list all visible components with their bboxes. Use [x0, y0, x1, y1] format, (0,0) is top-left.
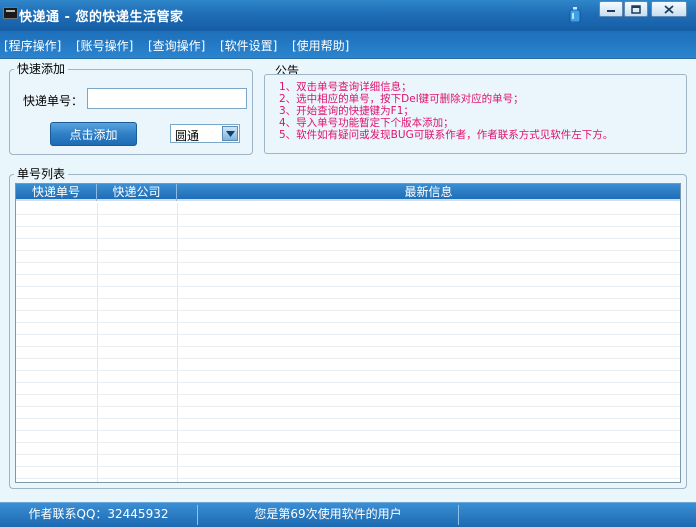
usage-count: 您是第69次使用软件的用户: [254, 507, 402, 521]
minimize-icon: [607, 10, 615, 12]
table-row[interactable]: [16, 407, 680, 419]
skin-bottle-icon[interactable]: [569, 7, 581, 22]
notice-line: 3、开始查询的快捷键为F1；: [279, 105, 414, 117]
table-row[interactable]: [16, 299, 680, 311]
tracking-list-title: 单号列表: [14, 167, 69, 181]
table-row[interactable]: [16, 287, 680, 299]
courier-selected-value: 圆通: [175, 129, 200, 143]
column-header-courier[interactable]: 快递公司: [97, 184, 177, 201]
notice-line: 4、导入单号功能暂定下个版本添加；: [279, 117, 454, 129]
menu-program[interactable]: [程序操作]: [4, 37, 61, 54]
add-button[interactable]: 点击添加: [50, 122, 137, 146]
maximize-icon: [631, 4, 641, 14]
table-row[interactable]: [16, 359, 680, 371]
minimize-button[interactable]: [599, 1, 623, 17]
table-row[interactable]: [16, 371, 680, 383]
menu-query[interactable]: [查询操作]: [148, 37, 205, 54]
table-row[interactable]: [16, 251, 680, 263]
column-header-latest-info[interactable]: 最新信息: [177, 184, 680, 201]
table-row[interactable]: [16, 419, 680, 431]
title-bar[interactable]: 快递通 - 您的快递生活管家: [0, 0, 696, 31]
table-header: 快递单号 快递公司 最新信息: [16, 184, 680, 201]
column-header-tracking-number[interactable]: 快递单号: [16, 184, 97, 201]
table-row[interactable]: [16, 335, 680, 347]
table-row[interactable]: [16, 455, 680, 467]
tracking-number-input[interactable]: [87, 88, 247, 109]
notice-line: 5、软件如有疑问或发现BUG可联系作者，作者联系方式见软件左下方。: [279, 129, 614, 141]
courier-select[interactable]: 圆通: [170, 124, 240, 143]
menu-settings[interactable]: [软件设置]: [220, 37, 277, 54]
tracking-number-label: 快递单号：: [23, 94, 84, 108]
app-window: 快递通 - 您的快递生活管家 [程序操作] [账号操作] [查询操作] [软件设…: [0, 0, 696, 527]
dropdown-arrow-button[interactable]: [222, 126, 238, 141]
status-bar: 作者联系QQ：32445932 您是第69次使用软件的用户: [0, 502, 696, 527]
chevron-down-icon: [225, 130, 235, 137]
table-row[interactable]: [16, 227, 680, 239]
notice-line: 1、双击单号查询详细信息；: [279, 81, 412, 93]
table-row[interactable]: [16, 467, 680, 479]
maximize-button[interactable]: [624, 1, 648, 17]
author-contact: 作者联系QQ：32445932: [28, 507, 169, 521]
status-divider: [458, 505, 459, 525]
table-row[interactable]: [16, 431, 680, 443]
notice-line: 2、选中相应的单号，按下Del键可删除对应的单号；: [279, 93, 524, 105]
menu-help[interactable]: [使用帮助]: [292, 37, 349, 54]
app-icon: [3, 7, 18, 19]
table-row[interactable]: [16, 215, 680, 227]
table-row[interactable]: [16, 263, 680, 275]
window-title: 快递通 - 您的快递生活管家: [19, 10, 184, 25]
menu-bar: [程序操作] [账号操作] [查询操作] [软件设置] [使用帮助]: [0, 31, 696, 59]
table-row[interactable]: [16, 443, 680, 455]
tracking-table[interactable]: 快递单号 快递公司 最新信息: [15, 183, 681, 483]
menu-account[interactable]: [账号操作]: [76, 37, 133, 54]
table-row[interactable]: [16, 383, 680, 395]
notice-box: 1、双击单号查询详细信息； 2、选中相应的单号，按下Del键可删除对应的单号； …: [264, 74, 687, 154]
table-row[interactable]: [16, 395, 680, 407]
table-row[interactable]: [16, 239, 680, 251]
table-body[interactable]: [16, 203, 680, 482]
quick-add-title: 快速添加: [14, 62, 69, 76]
close-icon: [664, 4, 674, 14]
table-row[interactable]: [16, 311, 680, 323]
table-row[interactable]: [16, 323, 680, 335]
table-row[interactable]: [16, 203, 680, 215]
table-row[interactable]: [16, 347, 680, 359]
table-row[interactable]: [16, 275, 680, 287]
close-button[interactable]: [651, 1, 687, 17]
